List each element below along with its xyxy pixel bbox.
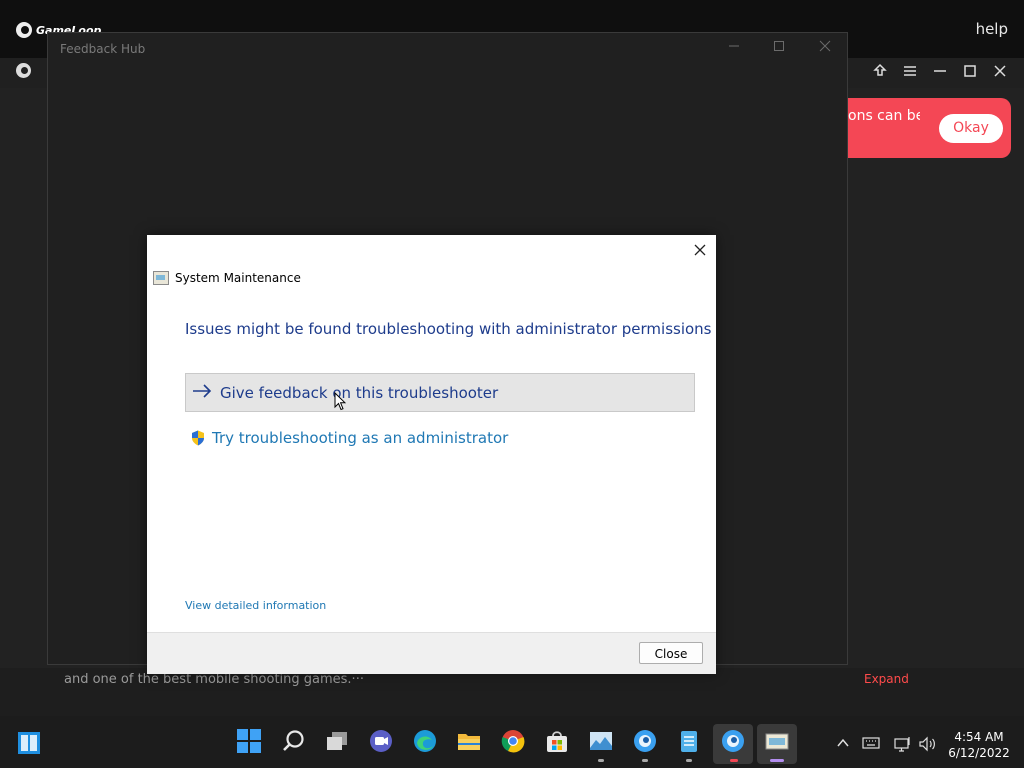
arrow-right-icon xyxy=(192,383,212,402)
gameloop-icon[interactable] xyxy=(632,728,658,754)
maximize-icon[interactable] xyxy=(962,62,978,82)
gameloop-active-icon[interactable] xyxy=(720,728,746,754)
gameloop-small-icon xyxy=(16,63,31,78)
close-icon[interactable] xyxy=(992,62,1008,82)
dialog-header: System Maintenance xyxy=(153,271,301,285)
feedback-hub-minimize-button[interactable] xyxy=(722,39,746,59)
give-feedback-option[interactable]: Give feedback on this troubleshooter xyxy=(185,373,695,412)
gameloop-window-controls xyxy=(872,62,1008,82)
edge-icon[interactable] xyxy=(412,728,438,754)
feedback-hub-maximize-button[interactable] xyxy=(767,39,791,59)
file-explorer-icon[interactable] xyxy=(456,728,482,754)
gameloop-secondary-logo xyxy=(16,63,31,78)
gameloop-running-indicator xyxy=(642,759,648,762)
game-description: and one of the best mobile shooting game… xyxy=(64,672,364,687)
feedback-hub-title: Feedback Hub xyxy=(60,42,146,56)
give-feedback-label: Give feedback on this troubleshooter xyxy=(220,383,499,402)
taskbar-clock[interactable]: 4:54 AM 6/12/2022 xyxy=(944,729,1014,761)
clock-date: 6/12/2022 xyxy=(948,746,1010,760)
mouse-cursor-icon xyxy=(334,392,346,411)
dialog-close-x-button[interactable] xyxy=(688,239,712,263)
search-icon[interactable] xyxy=(281,728,307,754)
volume-icon[interactable] xyxy=(918,736,936,752)
uac-shield-icon xyxy=(192,430,204,446)
chrome-icon[interactable] xyxy=(500,728,526,754)
gameloop-logo-icon xyxy=(16,22,32,38)
view-detailed-information-link[interactable]: View detailed information xyxy=(185,599,326,612)
dialog-title: System Maintenance xyxy=(175,271,301,285)
chevron-up-icon[interactable] xyxy=(836,736,850,750)
start-menu-icon[interactable] xyxy=(236,728,262,754)
system-maintenance-taskbar-icon[interactable] xyxy=(764,728,790,754)
store-icon[interactable] xyxy=(544,728,570,754)
pin-icon[interactable] xyxy=(872,62,888,82)
network-icon[interactable] xyxy=(894,736,912,752)
system-maintenance-dialog: System Maintenance Issues might be found… xyxy=(147,235,716,674)
dialog-heading: Issues might be found troubleshooting wi… xyxy=(185,320,712,338)
notepad-icon[interactable] xyxy=(676,728,702,754)
dialog-footer: Close xyxy=(147,632,716,674)
help-link[interactable]: help xyxy=(976,20,1008,38)
try-as-admin-label: Try troubleshooting as an administrator xyxy=(212,429,509,447)
notepad-running-indicator xyxy=(686,759,692,762)
minimize-icon[interactable] xyxy=(932,62,948,82)
task-view-icon[interactable] xyxy=(324,728,350,754)
okay-button[interactable]: Okay xyxy=(939,114,1003,143)
expand-link[interactable]: Expand xyxy=(864,672,909,686)
feedback-hub-close-button[interactable] xyxy=(813,39,837,59)
close-button[interactable]: Close xyxy=(639,642,703,664)
chat-icon[interactable] xyxy=(368,728,394,754)
notice-text: ons can be xyxy=(848,108,920,124)
system-maintenance-icon xyxy=(153,271,169,285)
system-maintenance-active-indicator xyxy=(770,759,784,762)
windows-start-icon[interactable] xyxy=(17,731,41,755)
photos-icon[interactable] xyxy=(588,728,614,754)
clock-time: 4:54 AM xyxy=(954,730,1004,744)
gameloop-active-indicator xyxy=(730,759,738,762)
menu-icon[interactable] xyxy=(902,62,918,82)
photos-running-indicator xyxy=(598,759,604,762)
try-as-admin-option[interactable]: Try troubleshooting as an administrator xyxy=(191,429,508,447)
keyboard-icon[interactable] xyxy=(862,736,880,750)
